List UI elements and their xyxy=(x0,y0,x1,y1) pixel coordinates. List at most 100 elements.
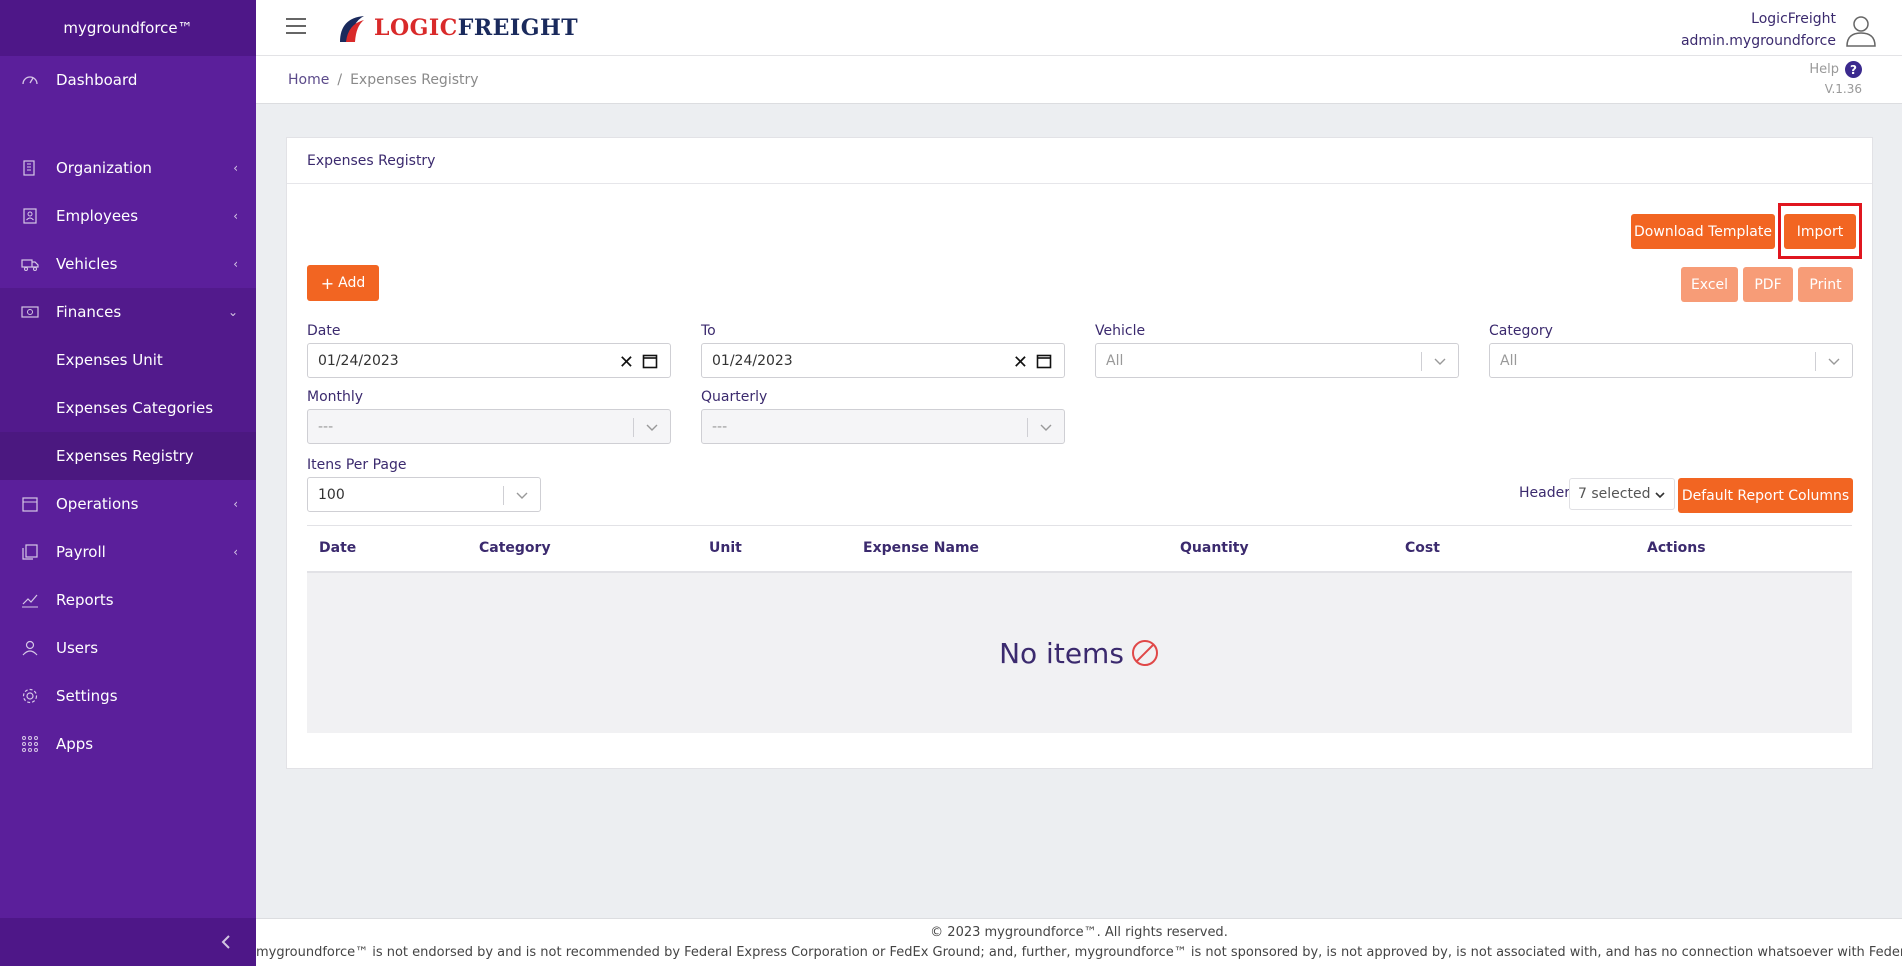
sidebar-subitem-expenses-categories[interactable]: Expenses Categories xyxy=(0,384,256,432)
sidebar-item-label: Employees xyxy=(56,207,139,225)
monthly-select[interactable]: --- xyxy=(307,409,671,444)
breadcrumb-bar: Home / Expenses Registry Help ? V.1.36 xyxy=(256,56,1902,104)
company-logo: LOGICFREIGHT xyxy=(336,10,578,46)
copy-icon xyxy=(20,542,40,562)
sidebar-item-reports[interactable]: Reports xyxy=(0,576,256,624)
chevron-left-icon: ‹ xyxy=(233,209,238,223)
chevron-down-icon: ⌄ xyxy=(227,305,238,319)
user-icon xyxy=(20,638,40,658)
sidebar-subitem-expenses-registry[interactable]: Expenses Registry xyxy=(0,432,256,480)
money-icon xyxy=(20,302,40,322)
column-header-category[interactable]: Category xyxy=(479,540,551,556)
sidebar-item-apps[interactable]: Apps xyxy=(0,720,256,768)
monthly-select-value: --- xyxy=(318,418,334,435)
items-per-page-select[interactable]: 100 xyxy=(307,477,541,512)
sidebar-nav: Dashboard Organization ‹ Employees ‹ Veh… xyxy=(0,56,256,768)
chevron-left-icon xyxy=(221,935,230,949)
sidebar-item-employees[interactable]: Employees ‹ xyxy=(0,192,256,240)
header-columns-select[interactable]: 7 selected xyxy=(1569,478,1675,510)
date-value: 01/24/2023 xyxy=(318,352,399,369)
sidebar-item-finances[interactable]: Finances ⌄ xyxy=(0,288,256,336)
user-info: LogicFreight admin.mygroundforce xyxy=(1681,8,1836,52)
sidebar: mygroundforce™ Dashboard Organization ‹ … xyxy=(0,0,256,966)
default-report-columns-button[interactable]: Default Report Columns xyxy=(1678,478,1853,513)
print-button[interactable]: Print xyxy=(1798,267,1853,302)
chevron-left-icon: ‹ xyxy=(233,545,238,559)
truck-icon xyxy=(20,254,40,274)
menu-toggle-icon[interactable] xyxy=(286,18,306,36)
logo-emblem-icon xyxy=(340,16,364,42)
breadcrumb-current: Expenses Registry xyxy=(350,72,479,88)
footer-disclaimer: mygroundforce™ is not endorsed by and is… xyxy=(256,945,1902,960)
quarterly-select[interactable]: --- xyxy=(701,409,1065,444)
import-button[interactable]: Import xyxy=(1784,214,1856,249)
sidebar-item-settings[interactable]: Settings xyxy=(0,672,256,720)
table-header: Date Category Unit Expense Name Quantity… xyxy=(307,525,1852,573)
sidebar-item-label: Finances xyxy=(56,303,122,321)
sidebar-item-label: Users xyxy=(56,639,99,657)
column-header-quantity[interactable]: Quantity xyxy=(1180,540,1249,556)
sidebar-item-label: Operations xyxy=(56,495,139,513)
help-link[interactable]: Help ? xyxy=(1809,61,1862,78)
column-header-actions: Actions xyxy=(1647,540,1706,556)
breadcrumb-home-link[interactable]: Home xyxy=(288,72,329,88)
chart-line-icon xyxy=(20,590,40,610)
sidebar-item-label: Vehicles xyxy=(56,255,118,273)
date-input[interactable]: 01/24/2023 ✕ xyxy=(307,343,671,378)
sidebar-item-label: Dashboard xyxy=(56,71,138,89)
sidebar-collapse-button[interactable] xyxy=(216,932,236,952)
sidebar-item-label: Organization xyxy=(56,159,152,177)
empty-state-text: No items xyxy=(999,636,1124,670)
app-version: V.1.36 xyxy=(1824,82,1862,96)
sidebar-item-label: Settings xyxy=(56,687,118,705)
vehicle-select-value: All xyxy=(1106,352,1124,369)
page-footer: © 2023 mygroundforce™. All rights reserv… xyxy=(256,918,1902,966)
sidebar-item-payroll[interactable]: Payroll ‹ xyxy=(0,528,256,576)
add-button[interactable]: + Add xyxy=(307,265,379,301)
sidebar-item-organization[interactable]: Organization ‹ xyxy=(0,144,256,192)
gear-icon xyxy=(20,686,40,706)
ban-icon xyxy=(1131,640,1158,666)
excel-button[interactable]: Excel xyxy=(1681,267,1738,302)
calendar-icon[interactable] xyxy=(1036,353,1052,369)
breadcrumb: Home / Expenses Registry xyxy=(288,72,479,88)
column-header-expense-name[interactable]: Expense Name xyxy=(863,540,979,556)
pdf-button[interactable]: PDF xyxy=(1743,267,1793,302)
sidebar-item-operations[interactable]: Operations ‹ xyxy=(0,480,256,528)
sidebar-item-users[interactable]: Users xyxy=(0,624,256,672)
download-template-button[interactable]: Download Template xyxy=(1631,214,1775,249)
user-menu[interactable]: LogicFreight admin.mygroundforce xyxy=(1681,8,1878,52)
column-header-unit[interactable]: Unit xyxy=(709,540,742,556)
chevron-down-icon xyxy=(646,424,658,431)
sidebar-collapse-bar xyxy=(0,918,256,966)
column-header-cost[interactable]: Cost xyxy=(1405,540,1440,556)
empty-state: No items xyxy=(999,637,1160,670)
clear-date-icon[interactable]: ✕ xyxy=(619,352,634,373)
help-icon: ? xyxy=(1845,61,1862,78)
help-label: Help xyxy=(1809,62,1839,77)
user-company: LogicFreight xyxy=(1751,11,1836,27)
column-header-date[interactable]: Date xyxy=(319,540,356,556)
grid-dots-icon xyxy=(20,734,40,754)
to-label: To xyxy=(701,323,716,339)
to-date-input[interactable]: 01/24/2023 ✕ xyxy=(701,343,1065,378)
category-select[interactable]: All xyxy=(1489,343,1853,378)
vehicle-select[interactable]: All xyxy=(1095,343,1459,378)
sidebar-item-dashboard[interactable]: Dashboard xyxy=(0,56,256,104)
chevron-down-icon xyxy=(1040,424,1052,431)
sidebar-item-vehicles[interactable]: Vehicles ‹ xyxy=(0,240,256,288)
card-title: Expenses Registry xyxy=(287,138,1872,184)
user-name: admin.mygroundforce xyxy=(1680,33,1836,49)
plus-icon: + xyxy=(320,273,335,293)
calendar-icon[interactable] xyxy=(642,353,658,369)
header-columns-value: 7 selected xyxy=(1578,486,1651,502)
chevron-left-icon: ‹ xyxy=(233,161,238,175)
sidebar-spacer xyxy=(0,104,256,144)
clear-date-icon[interactable]: ✕ xyxy=(1013,352,1028,373)
chevron-down-icon xyxy=(516,492,528,499)
sidebar-subitem-expenses-unit[interactable]: Expenses Unit xyxy=(0,336,256,384)
chevron-left-icon: ‹ xyxy=(233,497,238,511)
vehicle-label: Vehicle xyxy=(1095,323,1146,339)
sidebar-item-label: Reports xyxy=(56,591,114,609)
sidebar-item-label: Payroll xyxy=(56,543,106,561)
